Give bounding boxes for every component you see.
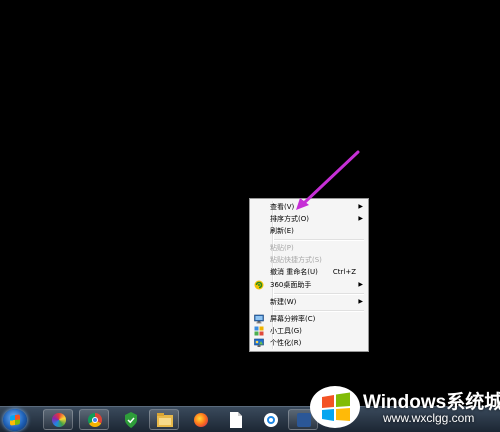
menu-item-paste[interactable]: 粘贴(P): [252, 242, 366, 254]
menu-item-personalize[interactable]: 个性化(R): [252, 337, 366, 349]
menu-item-shortcut: Ctrl+Z: [332, 268, 356, 276]
submenu-arrow-icon: ▶: [358, 281, 363, 288]
watermark: Windows系统城 www.wxclgg.com: [308, 383, 500, 429]
watermark-title: Windows系统城: [363, 392, 500, 413]
start-orb-icon[interactable]: [3, 409, 27, 431]
watermark-url: www.wxclgg.com: [383, 411, 475, 425]
menu-item-label: 刷新(E): [270, 227, 294, 235]
menu-item-refresh[interactable]: 刷新(E): [252, 225, 366, 237]
menu-item-label: 个性化(R): [270, 339, 302, 347]
menu-separator: [274, 310, 364, 312]
menu-item-label: 排序方式(O): [270, 215, 309, 223]
taskbar-button-firefox[interactable]: [185, 409, 215, 430]
chrome-icon: [88, 413, 102, 427]
personalize-icon: [254, 338, 264, 347]
submenu-arrow-icon: ▶: [358, 215, 363, 222]
menu-item-label: 查看(V): [270, 203, 295, 211]
document-icon: [230, 412, 242, 428]
360-desktop-icon: [254, 280, 264, 290]
menu-item-view[interactable]: 查看(V) ▶: [252, 201, 366, 213]
file-explorer-icon: [157, 413, 173, 427]
browser-q-icon: [264, 413, 278, 427]
desktop-context-menu: 查看(V) ▶ 排序方式(O) ▶ 刷新(E) 粘贴(P) 粘贴快捷方式(S) …: [249, 198, 369, 352]
menu-item-new[interactable]: 新建(W) ▶: [252, 296, 366, 308]
menu-item-undo-rename[interactable]: 撤消 重命名(U) Ctrl+Z: [252, 266, 366, 278]
windows-logo-icon: [310, 386, 360, 428]
menu-separator: [274, 293, 364, 295]
menu-item-label: 粘贴快捷方式(S): [270, 256, 322, 264]
menu-item-label: 屏幕分辨率(C): [270, 315, 316, 323]
gadgets-icon: [254, 326, 264, 336]
menu-item-gadgets[interactable]: 小工具(G): [252, 325, 366, 337]
menu-item-paste-shortcut[interactable]: 粘贴快捷方式(S): [252, 254, 366, 266]
firefox-icon: [194, 413, 208, 427]
menu-item-label: 撤消 重命名(U): [270, 268, 318, 276]
submenu-arrow-icon: ▶: [358, 298, 363, 305]
taskbar-button-explorer[interactable]: [149, 409, 179, 430]
menu-item-label: 新建(W): [270, 298, 297, 306]
menu-item-screen-resolution[interactable]: 屏幕分辨率(C): [252, 313, 366, 325]
submenu-arrow-icon: ▶: [358, 203, 363, 210]
menu-item-label: 粘贴(P): [270, 244, 294, 252]
menu-item-label: 小工具(G): [270, 327, 302, 335]
menu-item-360-desktop[interactable]: 360桌面助手 ▶: [252, 279, 366, 291]
taskbar-button-browser[interactable]: [255, 409, 285, 430]
windows-flag-icon: [10, 414, 20, 426]
color-wheel-app-icon: [52, 413, 66, 427]
taskbar-button-security[interactable]: [115, 409, 145, 430]
menu-separator: [274, 239, 364, 241]
taskbar-button-document[interactable]: [220, 409, 250, 430]
taskbar-button-color-app[interactable]: [43, 409, 73, 430]
taskbar-button-chrome[interactable]: [79, 409, 109, 430]
display-icon: [254, 314, 264, 324]
shield-security-icon: [125, 412, 137, 428]
menu-item-sort-by[interactable]: 排序方式(O) ▶: [252, 213, 366, 225]
menu-item-label: 360桌面助手: [270, 281, 312, 289]
